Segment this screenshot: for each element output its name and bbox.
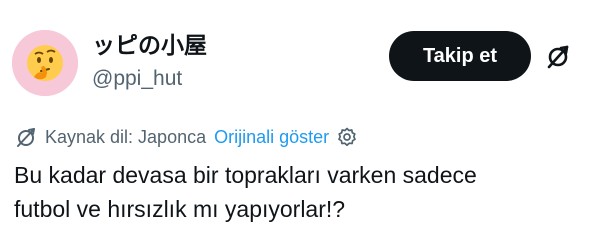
tweet-text-line: Bu kadar devasa bir toprakları varken sa… (14, 162, 477, 188)
avatar[interactable] (12, 30, 78, 96)
tweet-text-line: futbol ve hırsızlık mı yapıyorlar!? (14, 196, 346, 222)
show-original-link[interactable]: Orijinali göster (214, 127, 329, 148)
translate-slash-icon[interactable] (545, 42, 573, 70)
user-handle[interactable]: @ppi_hut (92, 66, 182, 92)
display-name[interactable]: ッピの小屋 (92, 31, 207, 59)
thinking-face-icon (12, 30, 78, 96)
gear-icon[interactable] (337, 127, 357, 147)
tweet-card: ッピの小屋 @ppi_hut Takip et Kaynak dil: Japo… (0, 0, 600, 250)
translate-icon (17, 128, 35, 147)
follow-button[interactable]: Takip et (389, 31, 531, 81)
tweet-text: Bu kadar devasa bir toprakları varken sa… (14, 158, 590, 226)
translation-bar: Kaynak dil: Japonca Orijinali göster (16, 124, 357, 150)
source-language-label: Kaynak dil: Japonca (45, 126, 207, 147)
